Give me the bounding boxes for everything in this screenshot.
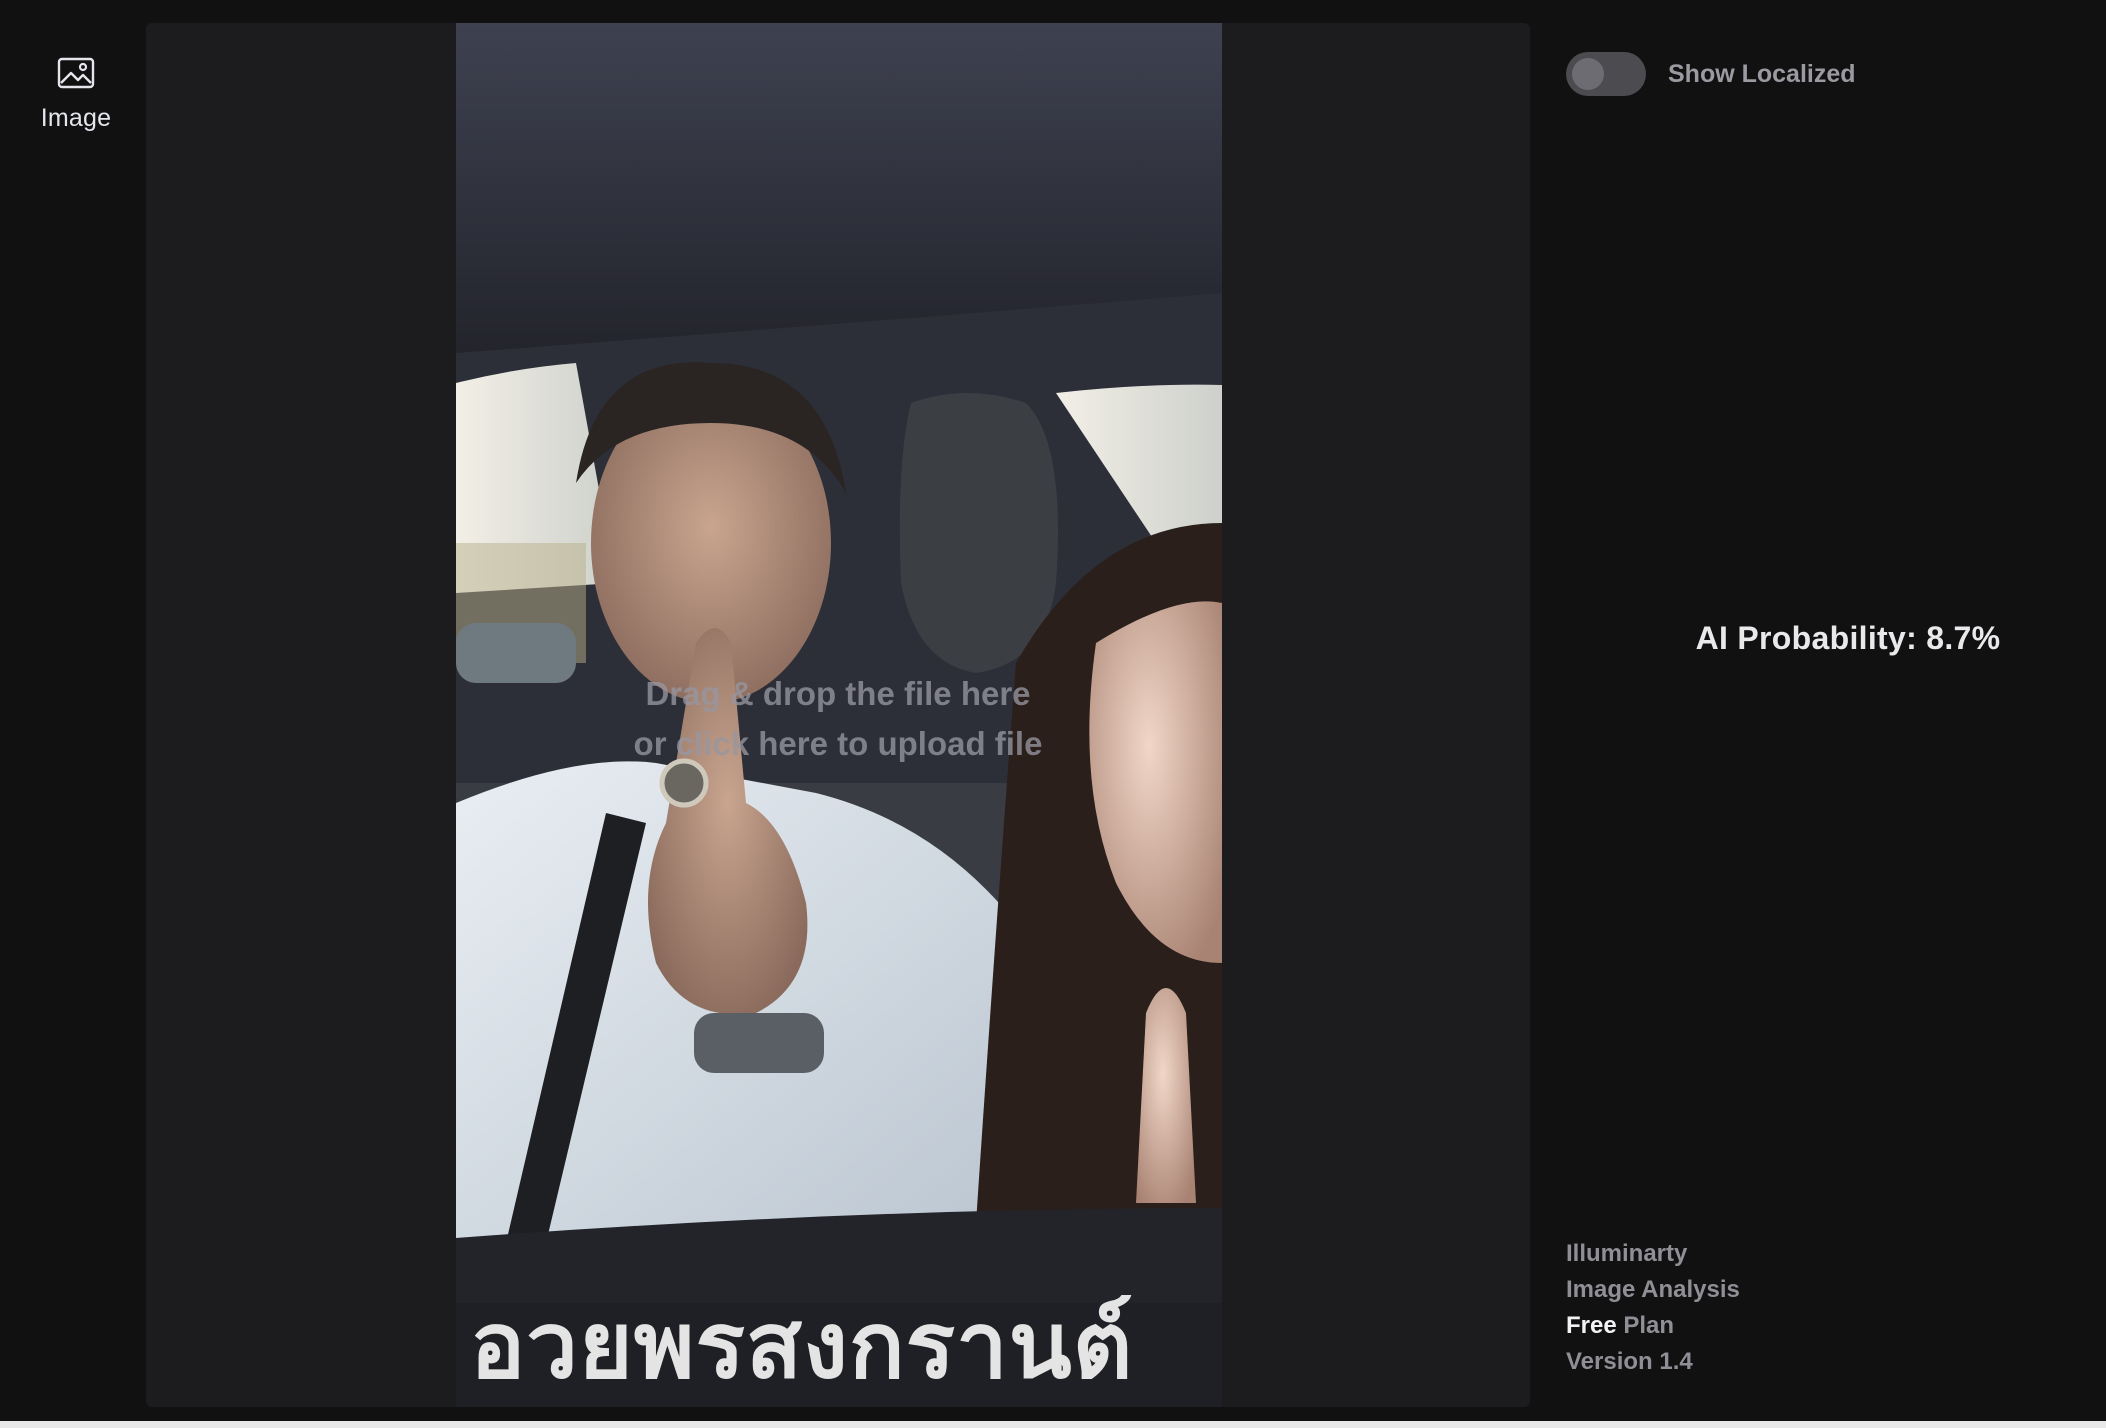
drop-hint: Drag & drop the file here or click here … <box>146 669 1530 769</box>
app-root: Image อวยพรสงกรานต์ Drag & drop the file… <box>0 0 2106 1428</box>
app-version: Version 1.4 <box>1566 1348 1693 1375</box>
nav-item-image[interactable]: Image <box>20 50 132 140</box>
app-subtitle: Image Analysis <box>1566 1276 1740 1303</box>
app-info-footer: Illuminarty Image Analysis Free Plan Ver… <box>1566 1236 1740 1380</box>
result-panel: Show Localized AI Probability: 8.7% Illu… <box>1530 0 2106 1428</box>
ai-probability-result: AI Probability: 8.7% <box>1695 620 2001 656</box>
upload-drop-zone[interactable]: อวยพรสงกรานต์ Drag & drop the file here … <box>146 23 1530 1407</box>
show-localized-label: Show Localized <box>1668 59 1856 88</box>
show-localized-toggle[interactable] <box>1566 52 1646 96</box>
app-name: Illuminarty <box>1566 1240 1688 1267</box>
image-icon <box>57 57 95 89</box>
drop-hint-line-1: Drag & drop the file here <box>645 675 1031 712</box>
plan-suffix: Plan <box>1616 1312 1675 1339</box>
plan-line: Free Plan <box>1566 1308 1740 1344</box>
toggle-knob <box>1572 58 1604 90</box>
bottom-edge-bar <box>0 1421 2106 1428</box>
plan-tier: Free <box>1566 1312 1617 1339</box>
left-nav: Image <box>0 0 146 1428</box>
photo-caption: อวยพรสงกรานต์ <box>470 1292 1134 1399</box>
nav-item-label: Image <box>40 104 112 132</box>
drop-hint-line-2: or click here to upload file <box>633 725 1043 762</box>
show-localized-toggle-row: Show Localized <box>1566 52 1856 96</box>
